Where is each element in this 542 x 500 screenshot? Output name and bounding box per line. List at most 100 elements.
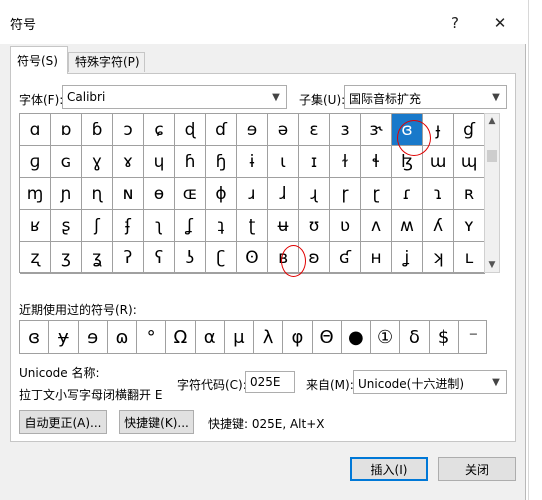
symbol-cell[interactable]: ɗ — [206, 114, 237, 146]
symbol-cell[interactable]: ɠ — [454, 114, 485, 146]
from-select[interactable]: Unicode(十六进制) ▼ — [353, 370, 507, 394]
symbol-cell[interactable]: ʖ — [175, 242, 206, 274]
help-button[interactable]: ? — [439, 8, 471, 38]
symbol-cell[interactable]: ɜ — [330, 114, 361, 146]
symbol-cell[interactable]: ʉ — [268, 210, 299, 242]
symbol-cell[interactable]: ɘ — [237, 114, 268, 146]
symbol-cell[interactable]: ʇ — [206, 210, 237, 242]
recent-symbol-cell[interactable]: $ — [430, 321, 459, 353]
symbol-cell[interactable]: ʔ — [113, 242, 144, 274]
symbol-cell[interactable]: ɫ — [330, 146, 361, 178]
recent-symbol-cell[interactable]: ⁻ — [459, 321, 488, 353]
recent-symbol-cell[interactable]: ° — [137, 321, 167, 353]
insert-button[interactable]: 插入(I) — [350, 457, 428, 481]
symbol-cell[interactable]: ʜ — [361, 242, 392, 274]
scroll-thumb[interactable] — [487, 150, 497, 162]
symbol-cell[interactable]: ɲ — [51, 178, 82, 210]
symbol-cell[interactable]: ɹ — [237, 178, 268, 210]
symbol-cell[interactable]: ʞ — [423, 242, 454, 274]
symbol-cell[interactable]: ɳ — [82, 178, 113, 210]
symbol-cell[interactable]: ɵ — [144, 178, 175, 210]
symbol-cell[interactable]: ʟ — [454, 242, 485, 274]
symbol-cell[interactable]: ʓ — [82, 242, 113, 274]
symbol-cell[interactable]: ɤ — [113, 146, 144, 178]
symbol-cell[interactable]: ɺ — [268, 178, 299, 210]
recent-symbol-cell[interactable]: Θ — [313, 321, 342, 353]
symbol-cell[interactable]: ɥ — [144, 146, 175, 178]
symbol-cell[interactable]: ɾ — [392, 178, 423, 210]
symbol-cell[interactable]: ɖ — [175, 114, 206, 146]
symbol-cell[interactable]: ɱ — [20, 178, 51, 210]
symbol-cell[interactable]: ɧ — [206, 146, 237, 178]
symbol-cell[interactable]: ɪ — [299, 146, 330, 178]
symbol-cell[interactable]: ɓ — [82, 114, 113, 146]
symbol-cell[interactable]: ɶ — [175, 178, 206, 210]
recent-symbol-cell[interactable]: ɷ — [108, 321, 137, 353]
font-select[interactable]: Calibri ▼ — [62, 85, 287, 109]
shortcut-key-button[interactable]: 快捷键(K)... — [119, 410, 194, 434]
recent-symbol-cell[interactable]: ① — [371, 321, 401, 353]
symbol-cell[interactable]: ʅ — [144, 210, 175, 242]
symbol-cell[interactable]: ʀ — [454, 178, 485, 210]
recent-symbol-cell[interactable]: δ — [400, 321, 430, 353]
recent-symbol-cell[interactable]: Ω — [166, 321, 196, 353]
symbol-cell[interactable]: ʆ — [175, 210, 206, 242]
autocorrect-button[interactable]: 自动更正(A)... — [19, 410, 107, 434]
symbol-cell[interactable]: ɝ — [361, 114, 392, 146]
symbol-cell[interactable]: ʕ — [144, 242, 175, 274]
recent-symbol-cell[interactable]: λ — [254, 321, 284, 353]
symbol-cell[interactable]: ʈ — [237, 210, 268, 242]
symbol-cell[interactable]: ʎ — [423, 210, 454, 242]
symbol-cell[interactable]: ɦ — [175, 146, 206, 178]
symbol-cell[interactable]: ɛ — [299, 114, 330, 146]
symbol-cell[interactable]: ʗ — [206, 242, 237, 274]
symbol-cell[interactable]: ʒ — [51, 242, 82, 274]
recent-symbol-cell[interactable]: φ — [283, 321, 313, 353]
symbol-cell[interactable]: ɻ — [299, 178, 330, 210]
symbol-cell[interactable]: ɰ — [454, 146, 485, 178]
symbol-cell[interactable]: ʛ — [330, 242, 361, 274]
scroll-down-icon[interactable]: ▼ — [485, 258, 499, 272]
recent-symbol-cell[interactable]: α — [196, 321, 225, 353]
symbol-cell[interactable]: ʄ — [113, 210, 144, 242]
subset-select[interactable]: 国际音标扩充 ▼ — [344, 85, 507, 109]
symbol-cell[interactable]: ʁ — [20, 210, 51, 242]
recent-symbol-cell[interactable]: ɞ — [20, 321, 50, 353]
symbol-cell[interactable]: ʏ — [454, 210, 485, 242]
symbol-cell[interactable]: ɴ — [113, 178, 144, 210]
symbol-cell[interactable]: ʋ — [330, 210, 361, 242]
symbol-cell[interactable]: ɔ — [113, 114, 144, 146]
close-button[interactable]: 关闭 — [438, 457, 516, 481]
symbol-cell[interactable]: ɕ — [144, 114, 175, 146]
symbol-cell[interactable]: ɑ — [20, 114, 51, 146]
tab-symbols[interactable]: 符号(S) — [10, 46, 68, 74]
symbol-cell[interactable]: ɼ — [330, 178, 361, 210]
symbol-cell[interactable]: ʌ — [361, 210, 392, 242]
symbol-cell[interactable]: ʊ — [299, 210, 330, 242]
symbol-cell[interactable]: ɒ — [51, 114, 82, 146]
symbol-cell[interactable]: ɣ — [82, 146, 113, 178]
symbol-cell[interactable]: ʐ — [20, 242, 51, 274]
symbol-cell[interactable]: ɽ — [361, 178, 392, 210]
recent-symbol-cell[interactable]: ɏ — [49, 321, 79, 353]
symbol-cell[interactable]: ə — [268, 114, 299, 146]
symbol-cell[interactable]: ɬ — [361, 146, 392, 178]
recent-symbol-cell[interactable]: ● — [342, 321, 371, 353]
symbol-cell[interactable]: ɩ — [268, 146, 299, 178]
symbol-cell[interactable]: ʘ — [237, 242, 268, 274]
symbol-cell[interactable]: ɡ — [20, 146, 51, 178]
symbol-cell[interactable]: ɯ — [423, 146, 454, 178]
symbol-cell[interactable]: ɸ — [206, 178, 237, 210]
symbol-cell[interactable]: ʃ — [82, 210, 113, 242]
symbol-cell[interactable]: ʝ — [392, 242, 423, 274]
recent-symbol-cell[interactable]: μ — [225, 321, 254, 353]
symbol-cell[interactable]: ʂ — [51, 210, 82, 242]
symbol-cell[interactable]: ɿ — [423, 178, 454, 210]
symbol-grid-scrollbar[interactable]: ▲ ▼ — [484, 113, 500, 273]
char-code-input[interactable]: 025E — [245, 371, 295, 393]
recent-symbol-cell[interactable]: ɘ — [79, 321, 108, 353]
close-window-button[interactable]: ✕ — [484, 8, 516, 38]
symbol-cell[interactable]: ʍ — [392, 210, 423, 242]
tab-special-characters[interactable]: 特殊字符(P) — [68, 52, 145, 72]
scroll-up-icon[interactable]: ▲ — [485, 114, 499, 128]
